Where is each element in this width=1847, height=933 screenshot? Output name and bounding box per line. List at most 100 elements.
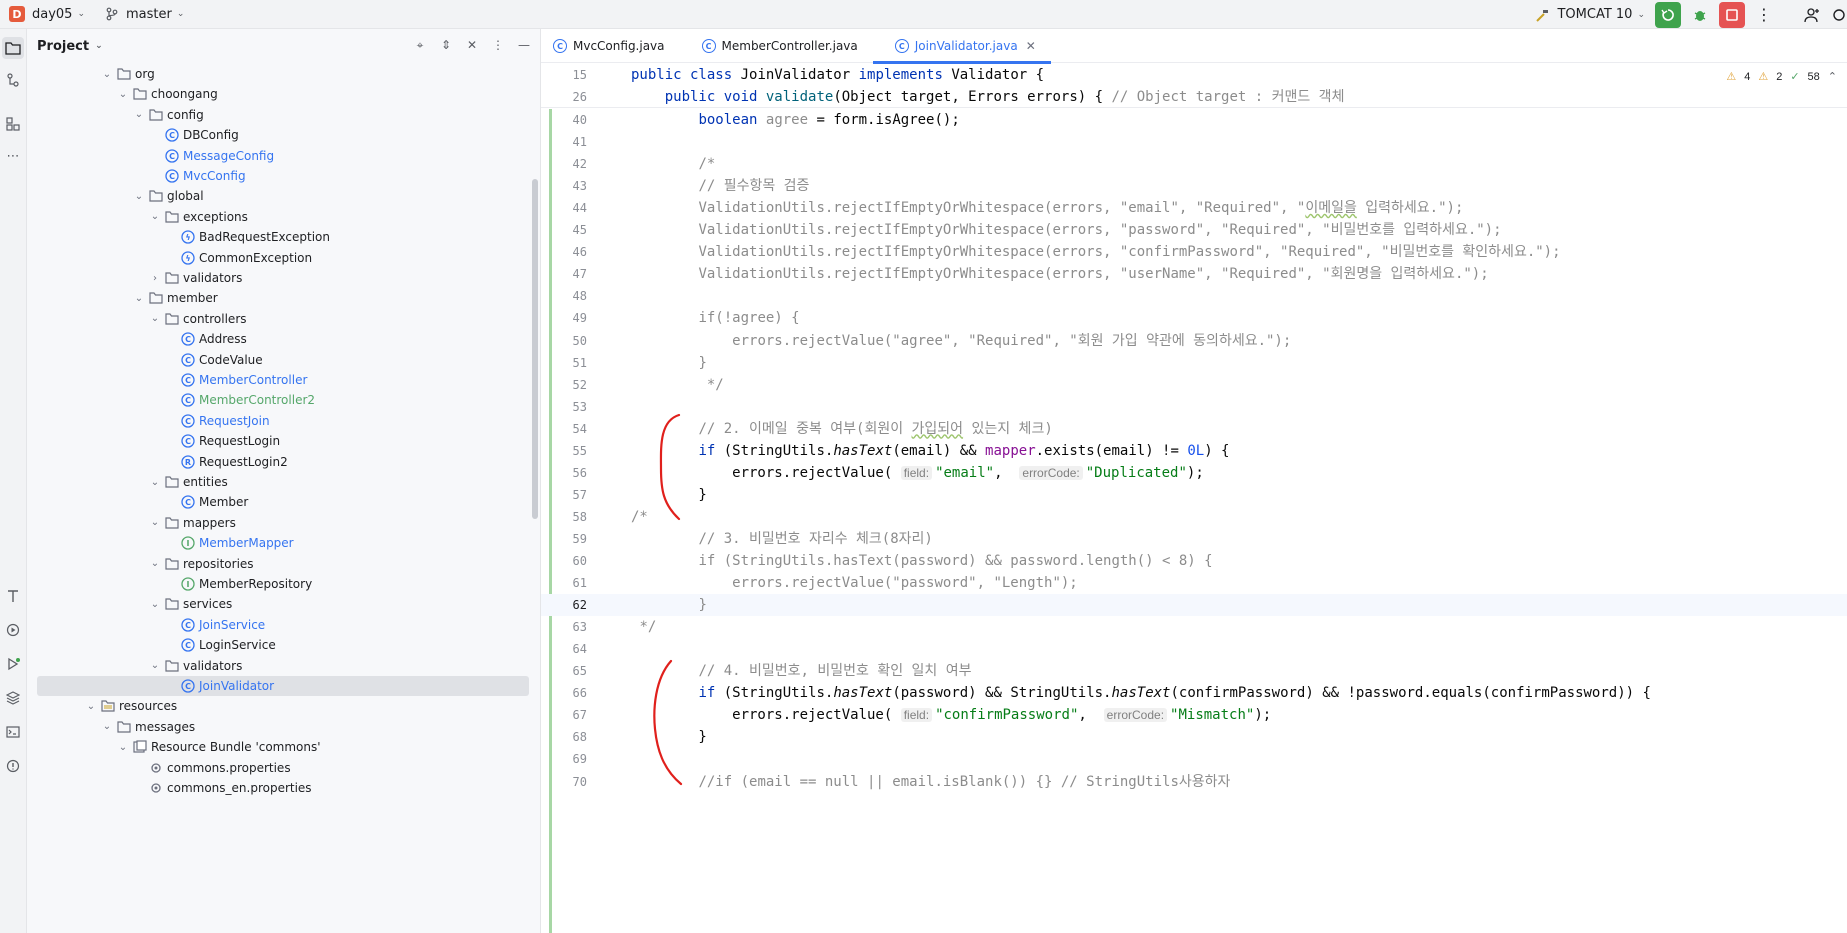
- tree-item[interactable]: I MemberRepository: [165, 574, 312, 594]
- more-tools-icon[interactable]: ⋯: [2, 145, 24, 167]
- structure-icon[interactable]: [2, 113, 24, 135]
- code-line[interactable]: 58/*: [541, 506, 1847, 528]
- hide-icon[interactable]: —: [516, 37, 532, 53]
- code-line[interactable]: 68 }: [541, 726, 1847, 748]
- tree-item[interactable]: C JoinValidator: [37, 676, 529, 696]
- collapse-all-icon[interactable]: ✕: [464, 37, 480, 53]
- run-config-name[interactable]: TOMCAT 10: [1557, 7, 1632, 22]
- code-line[interactable]: 47 ValidationUtils.rejectIfEmptyOrWhites…: [541, 263, 1847, 285]
- chevron-down-icon[interactable]: ⌄: [85, 701, 97, 712]
- code-line[interactable]: 65 // 4. 비밀번호, 비밀번호 확인 일치 여부: [541, 660, 1847, 682]
- terminal-icon[interactable]: [2, 721, 24, 743]
- code-line[interactable]: 48: [541, 285, 1847, 307]
- tree-item[interactable]: › validators: [149, 268, 242, 288]
- code-line[interactable]: 45 ValidationUtils.rejectIfEmptyOrWhites…: [541, 219, 1847, 241]
- options-icon[interactable]: ⋮: [490, 37, 506, 53]
- tree-item[interactable]: ϟ CommonException: [165, 248, 312, 268]
- code-line[interactable]: 57 }: [541, 484, 1847, 506]
- chevron-down-icon[interactable]: ⌄: [149, 517, 161, 528]
- locate-icon[interactable]: ⌖: [412, 37, 428, 53]
- code-line[interactable]: 40 boolean agree = form.isAgree();: [541, 109, 1847, 131]
- chevron-down-icon[interactable]: ⌄: [1637, 10, 1645, 20]
- code-line[interactable]: 61 errors.rejectValue("password", "Lengt…: [541, 572, 1847, 594]
- more-icon[interactable]: ⋮: [1751, 2, 1777, 28]
- code-line[interactable]: 41: [541, 131, 1847, 153]
- tree-item[interactable]: R RequestLogin2: [165, 452, 288, 472]
- code-line[interactable]: 66 if (StringUtils.hasText(password) && …: [541, 682, 1847, 704]
- chevron-down-icon[interactable]: ⌄: [95, 41, 103, 51]
- tree-item[interactable]: C LoginService: [165, 635, 276, 655]
- project-panel-title[interactable]: Project: [37, 39, 89, 54]
- tree-item[interactable]: ⌄ exceptions: [149, 207, 248, 227]
- tree-item[interactable]: commons.properties: [133, 758, 291, 778]
- chevron-down-icon[interactable]: ⌄: [149, 599, 161, 610]
- tab-mvcconfig[interactable]: C MvcConfig.java: [541, 29, 680, 63]
- tab-joinvalidator[interactable]: C JoinValidator.java ✕: [872, 29, 1051, 64]
- run-tool-icon[interactable]: [2, 653, 24, 675]
- chevron-down-icon[interactable]: ⌄: [101, 721, 113, 732]
- chevron-down-icon[interactable]: ⌄: [149, 211, 161, 222]
- run-icon[interactable]: [1655, 1, 1681, 28]
- tree-item[interactable]: ⌄ messages: [101, 717, 195, 737]
- code-line[interactable]: 63 */: [541, 616, 1847, 638]
- tree-item[interactable]: ⌄ controllers: [149, 309, 247, 329]
- tree-item[interactable]: C CodeValue: [165, 350, 263, 370]
- hammer-icon[interactable]: [1533, 5, 1553, 25]
- settings-icon[interactable]: [1831, 2, 1847, 28]
- project-folder-icon[interactable]: [2, 37, 24, 59]
- tree-item[interactable]: ⌄ global: [133, 186, 204, 206]
- tree-item[interactable]: ⌄ org: [101, 64, 155, 84]
- tree-item[interactable]: ⌄ validators: [149, 656, 243, 676]
- tree-item[interactable]: C Address: [165, 329, 247, 349]
- chevron-down-icon[interactable]: ⌄: [149, 660, 161, 671]
- branch-name[interactable]: master: [126, 7, 172, 22]
- problems-icon[interactable]: [2, 755, 24, 777]
- chevron-down-icon[interactable]: ⌄: [133, 293, 145, 304]
- tree-scrollbar[interactable]: [532, 179, 538, 519]
- tree-item[interactable]: ⌄ mappers: [149, 513, 236, 533]
- tree-item[interactable]: C MvcConfig: [149, 166, 246, 186]
- add-user-icon[interactable]: [1799, 2, 1825, 28]
- tree-item[interactable]: ⌄ repositories: [149, 554, 254, 574]
- close-icon[interactable]: ✕: [1026, 39, 1036, 53]
- tree-item[interactable]: C MemberController2: [165, 390, 315, 410]
- expand-all-icon[interactable]: ⇕: [438, 37, 454, 53]
- tree-item[interactable]: ⌄ member: [133, 288, 218, 308]
- layers-icon[interactable]: [2, 687, 24, 709]
- chevron-down-icon[interactable]: ⌄: [149, 477, 161, 488]
- stop-icon[interactable]: [1719, 1, 1745, 28]
- chevron-down-icon[interactable]: ⌄: [133, 109, 145, 120]
- tree-item[interactable]: C MemberController: [165, 370, 307, 390]
- code-line[interactable]: 42 /*: [541, 153, 1847, 175]
- code-line[interactable]: 64: [541, 638, 1847, 660]
- tree-item[interactable]: ϟ BadRequestException: [165, 227, 330, 247]
- services-icon[interactable]: [2, 619, 24, 641]
- code-line[interactable]: 69: [541, 748, 1847, 770]
- tree-item[interactable]: C JoinService: [165, 615, 265, 635]
- project-name[interactable]: day05: [32, 7, 72, 22]
- code-line[interactable]: 54 // 2. 이메일 중복 여부(회원이 가입되어 있는지 체크): [541, 418, 1847, 440]
- chevron-down-icon[interactable]: ⌄: [177, 9, 185, 19]
- debug-icon[interactable]: [1687, 2, 1713, 28]
- code-area[interactable]: 40 boolean agree = form.isAgree(); 41 42 /…: [541, 109, 1847, 933]
- code-line[interactable]: 50 errors.rejectValue("agree", "Required…: [541, 330, 1847, 352]
- code-line[interactable]: 70 //if (email == null || email.isBlank(…: [541, 771, 1847, 793]
- tree-item[interactable]: C MessageConfig: [149, 146, 274, 166]
- code-line[interactable]: 56 errors.rejectValue( field: "email", er…: [541, 462, 1847, 484]
- sticky-line[interactable]: 26 public void validate(Object target, E…: [541, 86, 1847, 108]
- tree-item[interactable]: I MemberMapper: [165, 533, 294, 553]
- code-line[interactable]: 60 if (StringUtils.hasText(password) && …: [541, 550, 1847, 572]
- tree-item[interactable]: commons_en.properties: [133, 778, 312, 798]
- code-line[interactable]: 49 if(!agree) {: [541, 307, 1847, 329]
- chevron-right-icon[interactable]: ›: [149, 273, 161, 284]
- chevron-down-icon[interactable]: ⌄: [149, 313, 161, 324]
- commit-icon[interactable]: [2, 69, 24, 91]
- chevron-down-icon[interactable]: ⌄: [77, 9, 85, 19]
- code-line[interactable]: 46 ValidationUtils.rejectIfEmptyOrWhites…: [541, 241, 1847, 263]
- chevron-down-icon[interactable]: ⌄: [133, 191, 145, 202]
- tree-item[interactable]: C RequestJoin: [165, 411, 270, 431]
- code-line[interactable]: 43 // 필수항목 검증: [541, 175, 1847, 197]
- tree-item[interactable]: C RequestLogin: [165, 431, 280, 451]
- code-line[interactable]: 53: [541, 396, 1847, 418]
- tree-item[interactable]: ⌄ Resource Bundle 'commons': [117, 737, 321, 757]
